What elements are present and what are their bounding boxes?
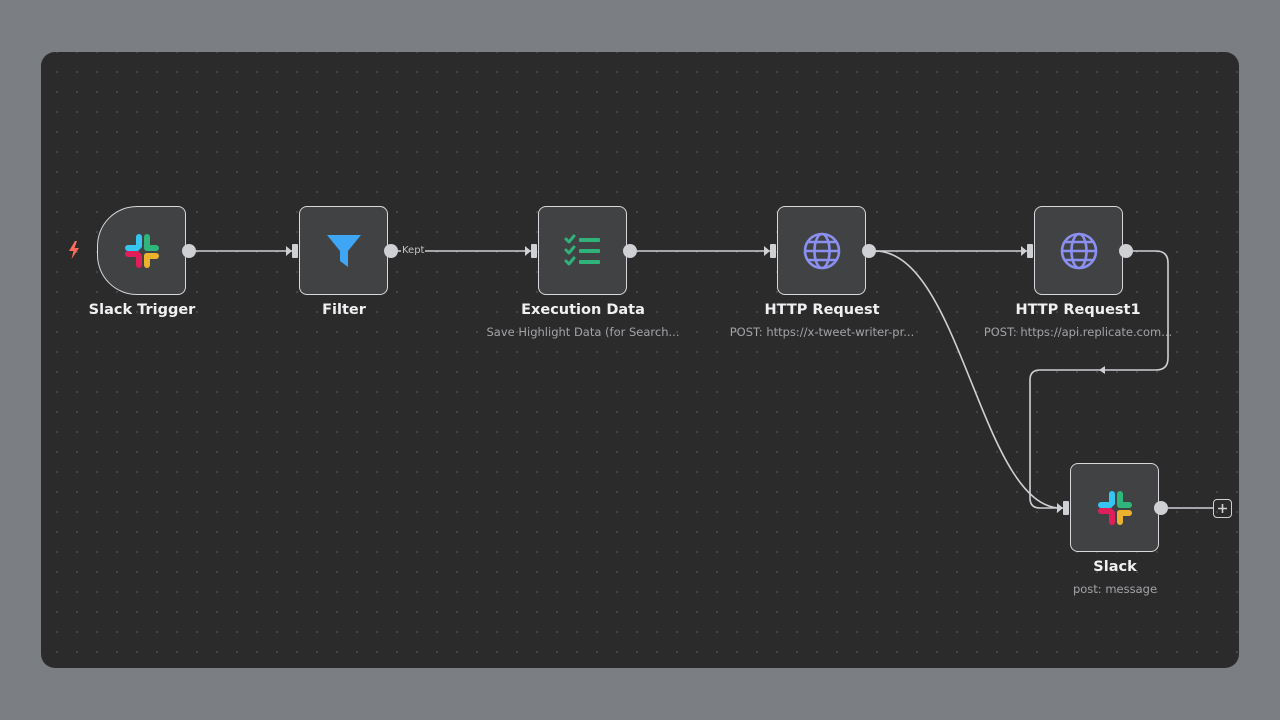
- filter-funnel-icon: [324, 231, 364, 271]
- output-handle-filter[interactable]: [384, 244, 398, 258]
- edge-label-kept: Kept: [401, 245, 426, 256]
- add-node-button[interactable]: [1213, 499, 1232, 518]
- slack-icon: [122, 231, 162, 271]
- output-handle-http-request[interactable]: [862, 244, 876, 258]
- node-subtitle: post: message: [1072, 582, 1158, 596]
- node-filter[interactable]: [299, 206, 388, 295]
- globe-icon: [802, 231, 842, 271]
- node-slack[interactable]: [1070, 463, 1159, 552]
- plus-icon: [1218, 504, 1227, 513]
- slack-icon: [1095, 488, 1135, 528]
- workflow-canvas[interactable]: Slack Trigger Kept Filter Execution Data…: [41, 52, 1239, 668]
- input-handle-http-request1[interactable]: [1027, 244, 1033, 258]
- globe-icon: [1059, 231, 1099, 271]
- connection-direction-arrow: [1099, 366, 1105, 374]
- input-handle-execution-data[interactable]: [531, 244, 537, 258]
- checklist-icon: [563, 231, 603, 271]
- node-slack-trigger[interactable]: [97, 206, 186, 295]
- input-handle-slack[interactable]: [1063, 501, 1069, 515]
- node-title: Filter: [322, 302, 366, 318]
- node-title: Execution Data: [521, 302, 645, 318]
- node-execution-data[interactable]: [538, 206, 627, 295]
- output-handle-slack-trigger[interactable]: [182, 244, 196, 258]
- output-handle-slack[interactable]: [1154, 501, 1168, 515]
- output-handle-http-request1[interactable]: [1119, 244, 1133, 258]
- trigger-bolt-icon: [67, 240, 81, 264]
- node-title: Slack: [1093, 559, 1137, 575]
- node-subtitle: POST: https://api.replicate.com...: [983, 325, 1173, 339]
- node-http-request1[interactable]: [1034, 206, 1123, 295]
- node-subtitle: POST: https://x-tweet-writer-pr...: [729, 325, 915, 339]
- connections-layer: [195, 246, 1213, 513]
- input-handle-http-request[interactable]: [770, 244, 776, 258]
- output-handle-execution-data[interactable]: [623, 244, 637, 258]
- node-http-request[interactable]: [777, 206, 866, 295]
- node-title: HTTP Request: [764, 302, 880, 318]
- node-subtitle: Save Highlight Data (for Search...: [486, 325, 680, 339]
- node-title: HTTP Request1: [1015, 302, 1141, 318]
- input-handle-filter[interactable]: [292, 244, 298, 258]
- connection-http-request-to-slack: [874, 250, 1062, 509]
